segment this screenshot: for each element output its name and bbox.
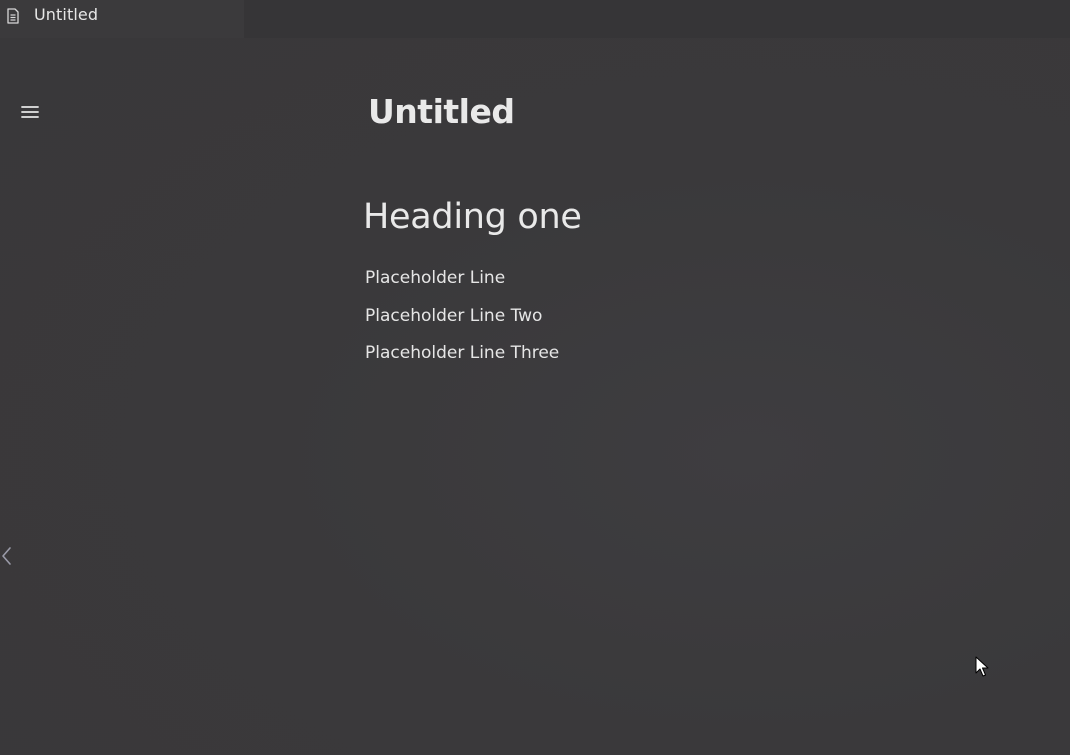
paragraph-line[interactable]: Placeholder Line Three [365, 343, 559, 363]
chevron-left-icon[interactable] [0, 545, 14, 567]
mouse-cursor-icon [975, 656, 989, 678]
tab-title: Untitled [34, 5, 99, 24]
title-bar-empty-area [244, 0, 1070, 38]
document-icon [6, 8, 20, 24]
title-bar: Untitled [0, 0, 1070, 38]
app-window: Untitled Untitled Heading one Placeholde… [0, 0, 1070, 755]
tab-untitled[interactable]: Untitled [0, 0, 244, 38]
heading-one[interactable]: Heading one [363, 197, 582, 237]
paragraph-line[interactable]: Placeholder Line Two [365, 306, 542, 326]
paragraph-line[interactable]: Placeholder Line [365, 268, 505, 288]
hamburger-menu-icon[interactable] [20, 102, 40, 122]
document-title[interactable]: Untitled [368, 92, 515, 131]
